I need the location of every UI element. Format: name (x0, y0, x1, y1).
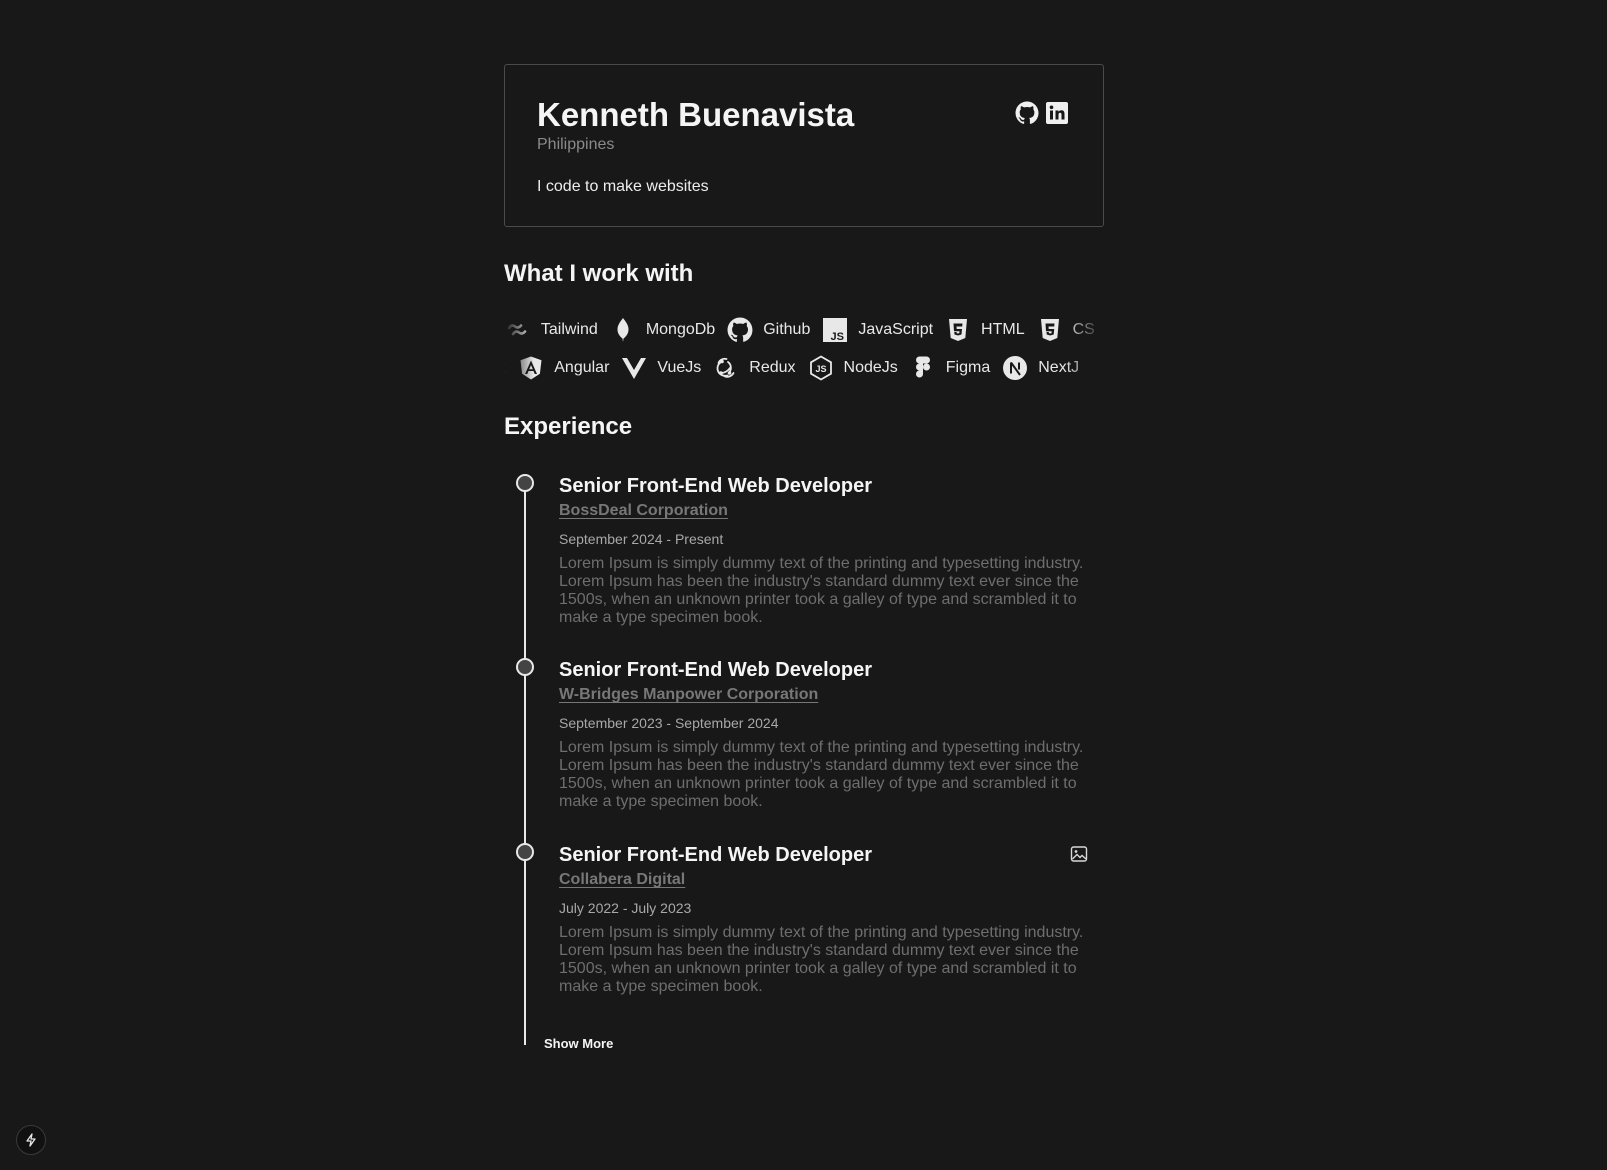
job-details: Senior Front-End Web Developer W-Bridges… (559, 658, 1099, 811)
tech-label: Github (763, 321, 811, 338)
nodejs-icon: JS (809, 355, 832, 381)
mongodb-leaf-icon (617, 318, 629, 342)
profile-name: Kenneth Buenavista (537, 96, 855, 133)
dev-tools-button[interactable] (16, 1125, 46, 1155)
tech-label: Tailwind (540, 321, 598, 338)
job-description: Lorem Ipsum is simply dummy text of the … (559, 739, 1084, 810)
job-description: Lorem Ipsum is simply dummy text of the … (559, 924, 1084, 995)
css3-icon (1040, 319, 1059, 341)
tech-item-html: HTML (945, 317, 1025, 343)
tech-label: Angular (554, 359, 610, 376)
timeline-dot (516, 843, 534, 861)
github-icon (727, 317, 753, 342)
tech-label: VueJs (657, 359, 702, 376)
tailwind-icon (507, 324, 527, 336)
angular-icon (520, 356, 542, 380)
tech-item-tailwind: Tailwind (505, 317, 598, 343)
profile-location: Philippines (537, 136, 615, 153)
tech-label: MongoDb (645, 321, 716, 338)
show-more-button[interactable]: Show More (544, 1036, 613, 1051)
job-role: Senior Front-End Web Developer (559, 844, 872, 866)
tech-row-2: eact Angular VueJs (504, 349, 1104, 387)
tech-label: CS (1072, 321, 1095, 338)
social-links (1015, 101, 1069, 125)
tech-item-figma: Figma (910, 355, 990, 381)
tech-item-github: Github (727, 317, 810, 343)
tech-row-1: p Tailwind MongoDb (504, 311, 1104, 349)
job-role: Senior Front-End Web Developer (559, 659, 872, 681)
tech-label: Figma (945, 359, 991, 376)
vue-icon (622, 358, 647, 379)
tech-label: NodeJs (843, 359, 898, 376)
timeline-line (524, 479, 526, 1045)
company-link[interactable]: Collabera Digital (559, 871, 685, 889)
tech-marquee: p Tailwind MongoDb (504, 311, 1104, 387)
content-column: Kenneth Buenavista Philippines I code to… (504, 64, 1104, 1059)
company-link[interactable]: BossDeal Corporation (559, 502, 728, 520)
tech-item-javascript: JS JavaScript (822, 317, 933, 343)
redux-icon (716, 357, 735, 378)
github-icon[interactable] (1015, 101, 1039, 125)
job-dates: September 2023 - September 2024 (559, 715, 779, 731)
company-link[interactable]: W-Bridges Manpower Corporation (559, 686, 818, 704)
job-dates: September 2024 - Present (559, 531, 724, 547)
tech-item-vue: VueJs (621, 355, 701, 381)
profile-bio: I code to make websites (537, 178, 709, 195)
svg-text:JS: JS (831, 331, 844, 343)
tech-item-angular: Angular (518, 355, 609, 381)
svg-text:JS: JS (815, 364, 826, 374)
lightning-icon (26, 1133, 36, 1147)
job-description: Lorem Ipsum is simply dummy text of the … (559, 555, 1084, 626)
tech-item-mongodb: MongoDb (610, 317, 715, 343)
linkedin-icon[interactable] (1045, 101, 1069, 125)
nextjs-icon (1003, 356, 1028, 380)
tech-item-css: CS (1037, 317, 1095, 343)
tech-label: eact (504, 359, 507, 376)
tech-label: Redux (749, 359, 796, 376)
job-role: Senior Front-End Web Developer (559, 475, 872, 497)
timeline-dot (516, 658, 534, 676)
html5-icon (949, 319, 968, 341)
tech-label: NextJ (1038, 359, 1080, 376)
tech-item-nodejs: JS NodeJs (808, 355, 898, 381)
tech-label: HTML (981, 321, 1025, 338)
tools-heading: What I work with (504, 260, 694, 287)
tech-item-redux: Redux (713, 355, 796, 381)
tech-label: JavaScript (858, 321, 934, 338)
figma-icon (915, 356, 930, 378)
image-icon[interactable] (1070, 845, 1088, 863)
javascript-icon: JS (823, 318, 848, 343)
job-details: Senior Front-End Web Developer Collabera… (559, 843, 1099, 996)
page: Kenneth Buenavista Philippines I code to… (0, 0, 1607, 1170)
tech-item-partial: eact (504, 359, 506, 377)
profile-card: Kenneth Buenavista Philippines I code to… (504, 64, 1104, 227)
experience-heading: Experience (504, 413, 633, 440)
timeline-dot (516, 474, 534, 492)
experience-timeline: Senior Front-End Web Developer BossDeal … (504, 459, 1104, 1059)
job-dates: July 2022 - July 2023 (559, 900, 692, 916)
job-details: Senior Front-End Web Developer BossDeal … (559, 474, 1099, 627)
tech-item-nextjs: NextJ (1002, 355, 1079, 381)
